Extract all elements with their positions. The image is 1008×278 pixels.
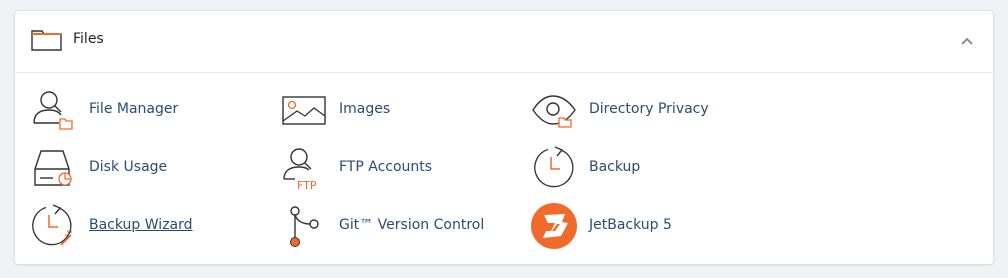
images-icon [282,96,326,125]
disk-usage-icon [34,150,72,186]
item-label: Disk Usage [89,159,168,175]
item-label: File Manager [89,101,179,117]
backup-icon [534,146,574,188]
item-label: Images [339,101,391,117]
ftp-accounts-icon: FTP [283,148,317,191]
item-label: Git™ Version Control [339,217,485,233]
file-manager-icon [33,91,73,130]
folder-icon [31,30,62,51]
item-label: Directory Privacy [589,101,709,117]
files-panel: Files File Manager Images Directory Priv [14,10,994,265]
ftp-badge: FTP [297,179,317,191]
item-label: Backup [589,159,641,175]
section-title: Files [73,31,104,47]
directory-privacy-icon [532,95,576,128]
item-label: JetBackup 5 [589,217,672,233]
git-icon [290,206,319,247]
panel-header[interactable]: Files [15,11,993,73]
jetbackup-icon [531,203,577,249]
chevron-up-icon[interactable] [959,33,975,49]
item-label: FTP Accounts [339,159,433,175]
backup-wizard-icon [32,204,72,246]
item-label: Backup Wizard [89,217,193,233]
